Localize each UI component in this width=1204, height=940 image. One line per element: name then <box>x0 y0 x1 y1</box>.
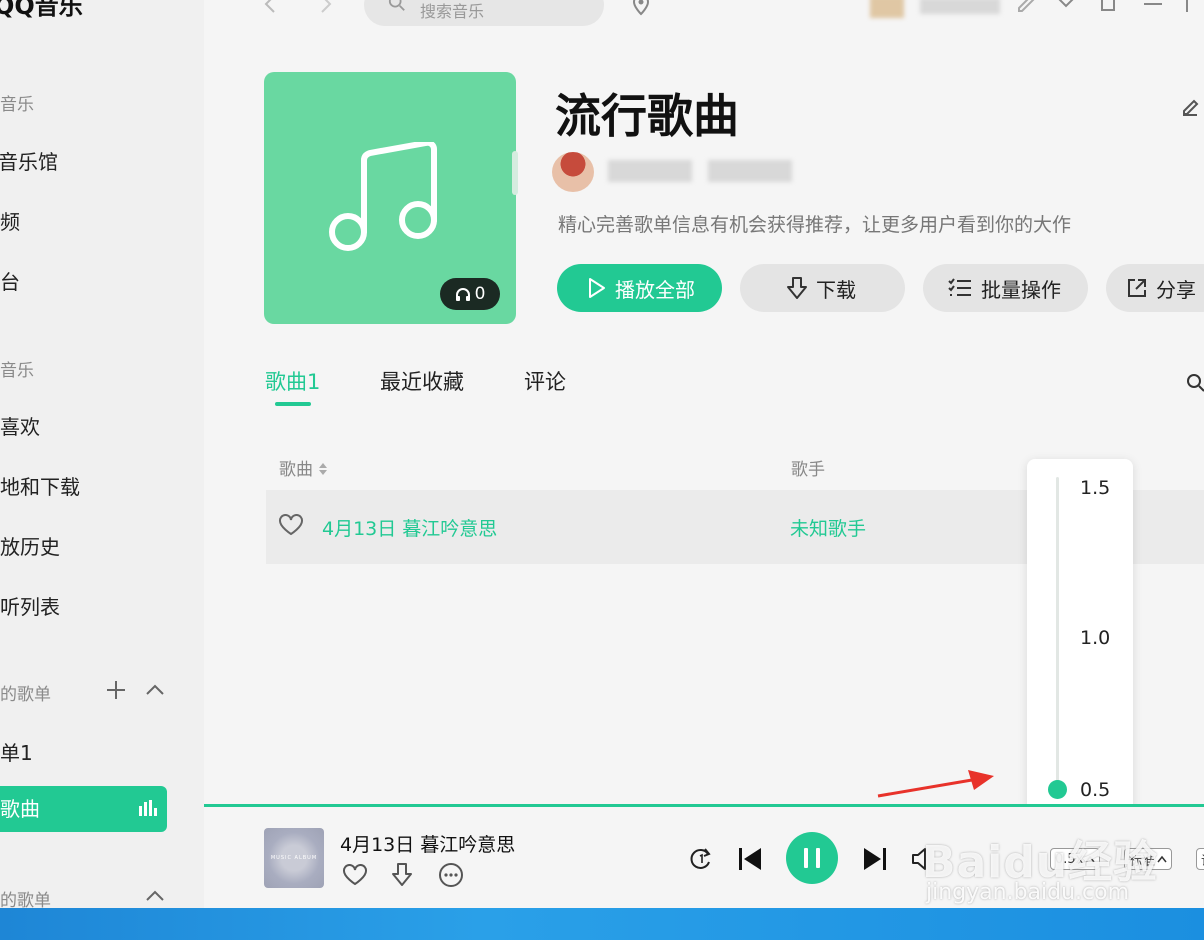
play-count-badge: 0 <box>440 278 500 310</box>
play-all-button[interactable]: 播放全部 <box>557 264 722 312</box>
collapse-collected-icon[interactable] <box>146 888 164 902</box>
repeat-one-icon[interactable] <box>688 846 714 872</box>
playlist-title: 流行歌曲 <box>555 89 739 143</box>
list-search-icon[interactable] <box>1186 373 1204 393</box>
next-track-icon[interactable] <box>862 846 888 872</box>
download-button[interactable]: 下载 <box>740 264 905 312</box>
batch-operation-label: 批量操作 <box>981 277 1061 302</box>
tab-active-indicator <box>275 402 311 406</box>
edit-icon[interactable] <box>1180 96 1202 118</box>
share-icon <box>1128 279 1146 297</box>
sidebar-playlist-label: 歌曲 <box>0 797 40 821</box>
now-playing-album-art[interactable]: MUSIC ALBUM <box>264 828 324 888</box>
sort-icon <box>319 463 328 475</box>
more-icon[interactable] <box>438 862 464 888</box>
chevron-up-icon <box>1157 855 1167 863</box>
search-input[interactable]: 搜索音乐 <box>364 0 604 26</box>
like-icon[interactable] <box>342 864 368 886</box>
tab-comments[interactable]: 评论 <box>524 366 566 396</box>
speed-option-1-5[interactable]: 1.5 <box>1080 477 1110 499</box>
window-divider <box>1186 0 1188 12</box>
headphones-icon <box>455 288 470 301</box>
sidebar-section-mine: 音乐 <box>0 361 34 381</box>
sidebar-section-online: 音乐 <box>0 95 34 115</box>
download-icon <box>787 277 807 299</box>
sidebar-item-trial-list[interactable]: 试听列表 <box>0 591 60 620</box>
music-note-icon <box>329 142 437 251</box>
sidebar-section-created: 创建的歌单 <box>0 685 51 705</box>
share-label: 分享 <box>1156 277 1196 302</box>
playlist-description: 精心完善歌单信息有机会获得推荐，让更多用户看到你的大作 <box>558 214 1072 236</box>
back-icon[interactable] <box>262 0 278 14</box>
menu-icon[interactable] <box>1142 0 1164 12</box>
location-icon[interactable] <box>630 0 652 16</box>
sidebar-item-video[interactable]: 视频 <box>0 206 20 235</box>
search-icon <box>388 0 405 11</box>
watermark-url: jingyan.baidu.com <box>926 880 1130 905</box>
now-playing-title[interactable]: 4月13日 暮江吟意思 <box>340 830 515 857</box>
collapse-created-icon[interactable] <box>146 682 164 696</box>
skin-icon[interactable] <box>1016 0 1036 12</box>
speed-slider-track[interactable] <box>1056 477 1059 793</box>
play-all-label: 播放全部 <box>615 277 695 302</box>
sidebar-item-favorites[interactable]: 我喜欢 <box>0 411 40 440</box>
search-placeholder: 搜索音乐 <box>420 2 485 21</box>
lyrics-button[interactable]: 词 <box>1196 848 1204 870</box>
song-singer[interactable]: 未知歌手 <box>790 514 866 541</box>
pause-button[interactable] <box>786 832 838 884</box>
play-icon <box>589 278 605 298</box>
sidebar-item-radio[interactable]: 电台 <box>0 266 20 295</box>
mini-mode-icon[interactable] <box>1100 0 1116 12</box>
dropdown-icon[interactable] <box>1056 0 1076 10</box>
user-avatar[interactable] <box>870 0 904 18</box>
tab-recent-collections[interactable]: 最近收藏 <box>380 366 464 396</box>
app-logo: QQ音乐 <box>0 0 83 20</box>
sidebar-item-local-downloads[interactable]: 本地和下载 <box>0 471 80 500</box>
play-count: 0 <box>474 284 486 304</box>
heart-icon[interactable] <box>278 514 304 536</box>
tab-songs[interactable]: 歌曲1 <box>265 366 320 396</box>
speed-option-0-5[interactable]: 0.5 <box>1080 779 1110 801</box>
user-name-blurred[interactable] <box>920 0 1000 14</box>
player-download-icon[interactable] <box>391 862 413 888</box>
add-playlist-icon[interactable] <box>106 680 126 700</box>
sidebar-playlist-songs-active[interactable]: 歌曲 <box>0 786 167 832</box>
sidebar: QQ音乐 音乐 音乐馆 视频 电台 音乐 我喜欢 本地和下载 播放历史 试听列表… <box>0 0 204 911</box>
batch-operation-button[interactable]: 批量操作 <box>923 264 1088 312</box>
column-header-song-label: 歌曲 <box>279 460 313 480</box>
batch-list-icon <box>948 278 971 296</box>
os-taskbar <box>0 908 1204 940</box>
sidebar-playlist-1[interactable]: 歌单1 <box>0 737 33 766</box>
previous-track-icon[interactable] <box>737 846 763 872</box>
playlist-cover[interactable]: 0 <box>264 72 516 324</box>
column-header-song[interactable]: 歌曲 <box>279 455 328 480</box>
speed-slider-knob[interactable] <box>1048 780 1067 799</box>
cover-edge-handle <box>512 151 518 195</box>
column-header-singer[interactable]: 歌手 <box>791 455 825 480</box>
share-button[interactable]: 分享 <box>1106 264 1204 312</box>
creator-name-blurred[interactable] <box>608 160 692 182</box>
creator-tags-blurred[interactable] <box>708 160 792 182</box>
sidebar-item-music-hall[interactable]: 音乐馆 <box>0 146 58 175</box>
speed-option-1-0[interactable]: 1.0 <box>1080 627 1110 649</box>
download-label: 下载 <box>816 277 856 302</box>
sidebar-item-history[interactable]: 播放历史 <box>0 531 60 560</box>
playback-speed-popup: 1.5 1.0 0.5 <box>1027 459 1133 830</box>
song-title[interactable]: 4月13日 暮江吟意思 <box>322 514 497 541</box>
playing-bars-icon <box>139 800 157 816</box>
forward-icon[interactable] <box>318 0 334 14</box>
annotation-arrow <box>877 770 994 798</box>
creator-avatar[interactable] <box>552 152 594 192</box>
